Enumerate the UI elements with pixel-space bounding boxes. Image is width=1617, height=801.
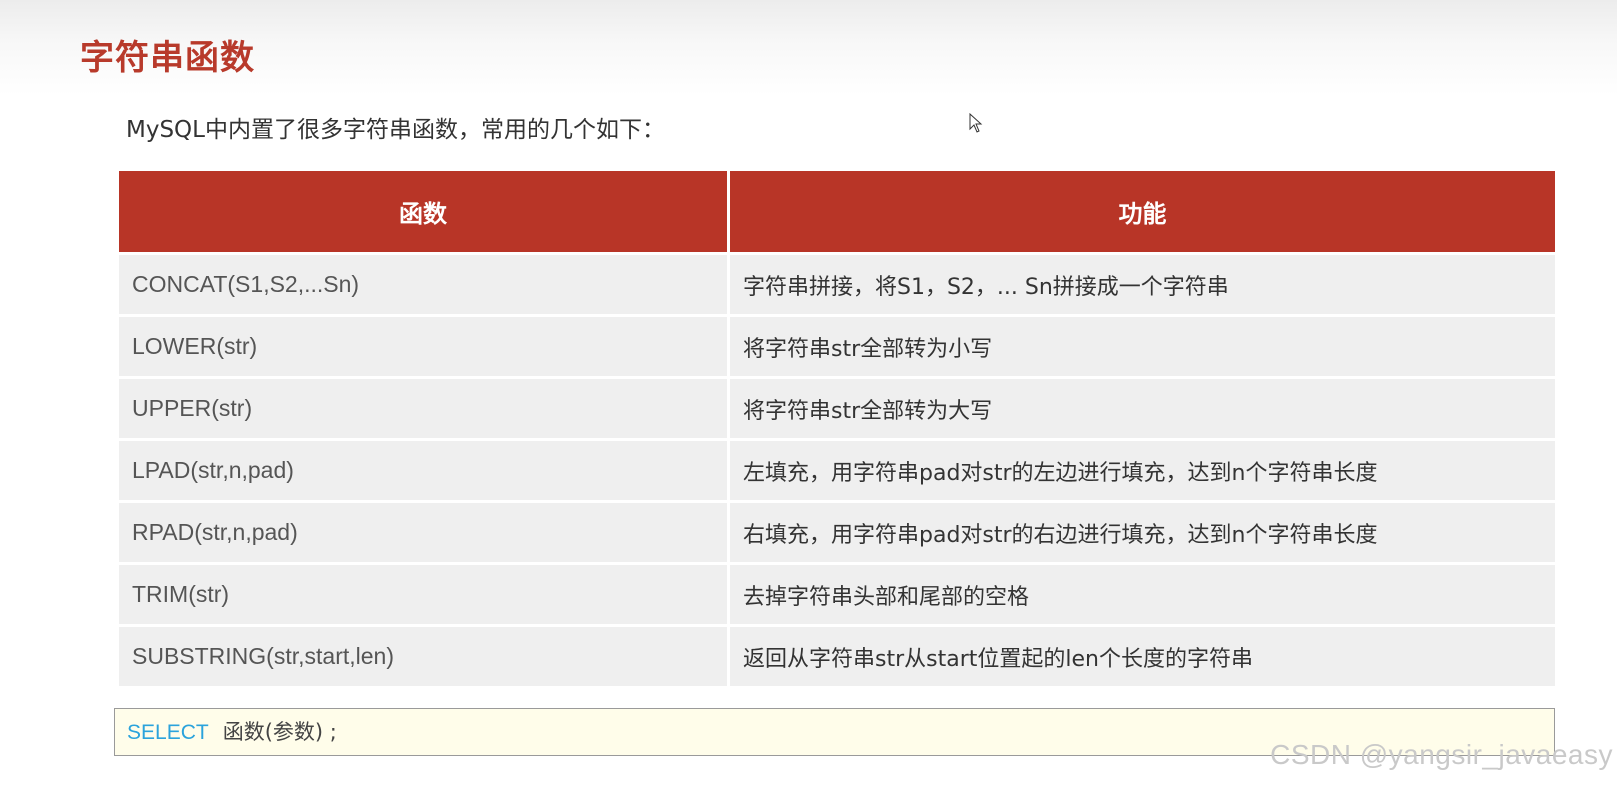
table-row: LOWER(str) 将字符串str全部转为小写 [119,314,1555,378]
table-header-row: 函数 功能 [119,171,1555,254]
sql-syntax-rest: 函数(参数) ; [222,720,337,744]
watermark: CSDN @yangsir_javaeasy [1270,739,1613,770]
table-row: SUBSTRING(str,start,len) 返回从字符串str从start… [119,624,1555,686]
function-name: UPPER(str) [119,376,730,440]
header-description: 功能 [728,171,1555,254]
intro-text: MySQL中内置了很多字符串函数，常用的几个如下： [126,117,665,143]
function-description: 右填充，用字符串pad对str的右边进行填充，达到n个字符串长度 [728,500,1555,564]
slide: 字符串函数 MySQL中内置了很多字符串函数，常用的几个如下： 函数 功能 CO… [0,0,1617,801]
header-function: 函数 [119,171,730,254]
function-name: LPAD(str,n,pad) [119,438,730,502]
function-description: 将字符串str全部转为小写 [728,314,1555,378]
function-description: 返回从字符串str从start位置起的len个长度的字符串 [728,624,1555,686]
page-title: 字符串函数 [80,38,255,78]
function-name: TRIM(str) [119,562,730,626]
function-description: 去掉字符串头部和尾部的空格 [728,562,1555,626]
string-functions-table: 函数 功能 CONCAT(S1,S2,...Sn) 字符串拼接，将S1，S2，.… [119,171,1555,686]
table-row: CONCAT(S1,S2,...Sn) 字符串拼接，将S1，S2，... Sn拼… [119,252,1555,316]
function-name: LOWER(str) [119,314,730,378]
function-description: 将字符串str全部转为大写 [728,376,1555,440]
sql-keyword: SELECT [127,721,209,744]
table-row: TRIM(str) 去掉字符串头部和尾部的空格 [119,562,1555,626]
table-row: RPAD(str,n,pad) 右填充，用字符串pad对str的右边进行填充，达… [119,500,1555,564]
table-row: LPAD(str,n,pad) 左填充，用字符串pad对str的左边进行填充，达… [119,438,1555,502]
function-description: 左填充，用字符串pad对str的左边进行填充，达到n个字符串长度 [728,438,1555,502]
function-name: SUBSTRING(str,start,len) [119,624,730,686]
function-name: RPAD(str,n,pad) [119,500,730,564]
table-row: UPPER(str) 将字符串str全部转为大写 [119,376,1555,440]
function-name: CONCAT(S1,S2,...Sn) [119,252,730,316]
mouse-cursor-icon [969,113,983,133]
function-description: 字符串拼接，将S1，S2，... Sn拼接成一个字符串 [728,252,1555,316]
